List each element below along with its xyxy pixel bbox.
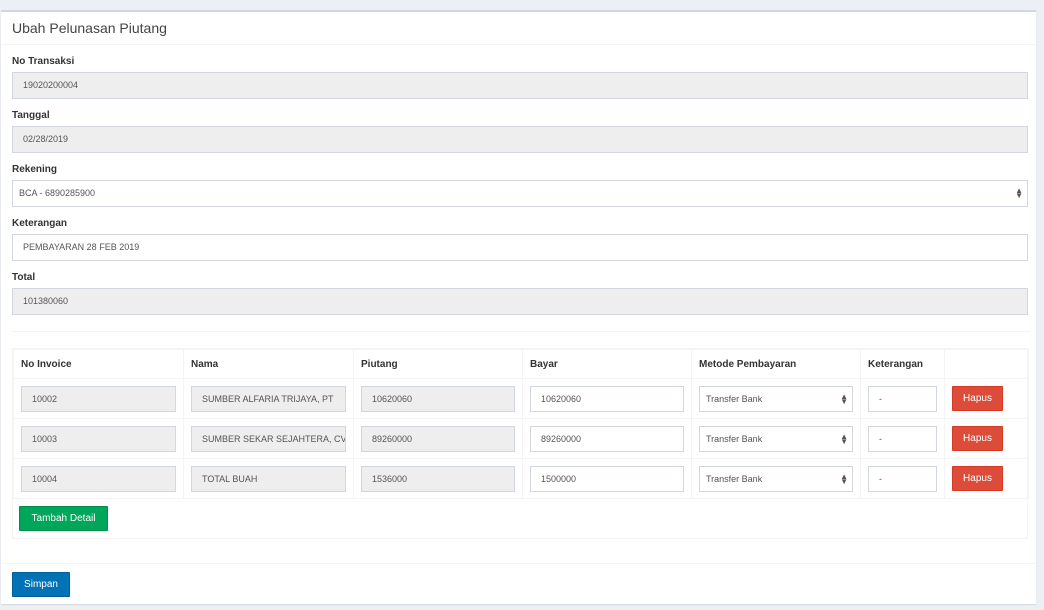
hapus-button[interactable]: Hapus bbox=[952, 466, 1003, 491]
col-nama: Nama bbox=[183, 349, 354, 379]
select-arrows-icon: ▲ ▼ bbox=[1015, 186, 1023, 200]
metode-value: Transfer Bank bbox=[706, 393, 763, 404]
detail-section: No Invoice Nama Piutang Bayar Metode Pem… bbox=[12, 348, 1029, 539]
hapus-button[interactable]: Hapus bbox=[952, 386, 1003, 411]
table-row: 10002 SUMBER ALFARIA TRIJAYA, PT 1062006… bbox=[13, 378, 1029, 419]
piutang-field: 1536000 bbox=[361, 465, 515, 492]
keterangan-detail-input[interactable]: - bbox=[868, 385, 937, 412]
keterangan-detail-input[interactable]: - bbox=[868, 465, 937, 492]
table-row: 10003 SUMBER SEKAR SEJAHTERA, CV 8926000… bbox=[13, 418, 1029, 459]
col-piutang: Piutang bbox=[353, 349, 523, 379]
bayar-input[interactable]: 10620060 bbox=[530, 385, 684, 412]
col-metode: Metode Pembayaran bbox=[691, 349, 861, 379]
nama-field: SUMBER ALFARIA TRIJAYA, PT bbox=[191, 385, 346, 412]
no-invoice-field: 10003 bbox=[21, 425, 176, 452]
tanggal-field: 02/28/2019 bbox=[12, 126, 1028, 153]
metode-value: Transfer Bank bbox=[706, 433, 763, 444]
select-arrows-icon: ▲ ▼ bbox=[840, 391, 848, 406]
hapus-button[interactable]: Hapus bbox=[952, 426, 1003, 451]
rekening-value: BCA - 6890285900 bbox=[19, 188, 96, 198]
select-arrows-icon: ▲ ▼ bbox=[840, 431, 848, 446]
tanggal-group: Tanggal 02/28/2019 bbox=[12, 109, 1030, 153]
form-body: No Transaksi 19020200004 Tanggal 02/28/2… bbox=[1, 55, 1036, 539]
simpan-button[interactable]: Simpan bbox=[12, 572, 70, 597]
piutang-field: 89260000 bbox=[361, 425, 515, 452]
keterangan-label: Keterangan bbox=[12, 218, 68, 229]
tambah-detail-button[interactable]: Tambah Detail bbox=[19, 506, 108, 531]
col-keterangan: Keterangan bbox=[860, 349, 945, 379]
page-title: Ubah Pelunasan Piutang bbox=[1, 12, 1036, 45]
divider bbox=[12, 331, 1030, 332]
metode-value: Transfer Bank bbox=[706, 473, 763, 484]
no-invoice-field: 10002 bbox=[21, 385, 176, 412]
select-arrows-icon: ▲ ▼ bbox=[840, 471, 848, 486]
col-no-invoice: No Invoice bbox=[13, 349, 184, 379]
total-label: Total bbox=[12, 272, 36, 283]
keterangan-group: Keterangan PEMBAYARAN 28 FEB 2019 bbox=[12, 217, 1030, 261]
nama-field: TOTAL BUAH bbox=[191, 465, 346, 492]
detail-header-row: No Invoice Nama Piutang Bayar Metode Pem… bbox=[13, 349, 1029, 379]
rekening-label: Rekening bbox=[12, 164, 58, 175]
form-footer: Simpan bbox=[1, 563, 1036, 604]
no-transaksi-label: No Transaksi bbox=[12, 56, 75, 67]
col-bayar: Bayar bbox=[522, 349, 692, 379]
rekening-select[interactable]: BCA - 6890285900 ▲ ▼ bbox=[12, 180, 1028, 207]
rekening-group: Rekening BCA - 6890285900 ▲ ▼ bbox=[12, 163, 1030, 207]
no-transaksi-field: 19020200004 bbox=[12, 72, 1028, 99]
tanggal-label: Tanggal bbox=[12, 110, 50, 121]
nama-field: SUMBER SEKAR SEJAHTERA, CV bbox=[191, 425, 346, 452]
piutang-field: 10620060 bbox=[361, 385, 515, 412]
metode-select[interactable]: Transfer Bank ▲ ▼ bbox=[699, 425, 853, 452]
total-field: 101380060 bbox=[12, 288, 1028, 315]
keterangan-detail-input[interactable]: - bbox=[868, 425, 937, 452]
no-invoice-field: 10004 bbox=[21, 465, 176, 492]
col-action bbox=[944, 349, 1029, 379]
total-group: Total 101380060 bbox=[12, 271, 1030, 315]
table-row: 10004 TOTAL BUAH 1536000 1500000 Transfe… bbox=[13, 458, 1029, 499]
bayar-input[interactable]: 1500000 bbox=[530, 465, 684, 492]
metode-select[interactable]: Transfer Bank ▲ ▼ bbox=[699, 385, 853, 412]
bayar-input[interactable]: 89260000 bbox=[530, 425, 684, 452]
keterangan-input[interactable]: PEMBAYARAN 28 FEB 2019 bbox=[12, 234, 1028, 261]
add-detail-row: Tambah Detail bbox=[13, 499, 1027, 538]
metode-select[interactable]: Transfer Bank ▲ ▼ bbox=[699, 465, 853, 492]
edit-payment-panel: Ubah Pelunasan Piutang No Transaksi 1902… bbox=[1, 10, 1036, 604]
no-transaksi-group: No Transaksi 19020200004 bbox=[12, 55, 1030, 99]
detail-table: No Invoice Nama Piutang Bayar Metode Pem… bbox=[13, 349, 1029, 499]
